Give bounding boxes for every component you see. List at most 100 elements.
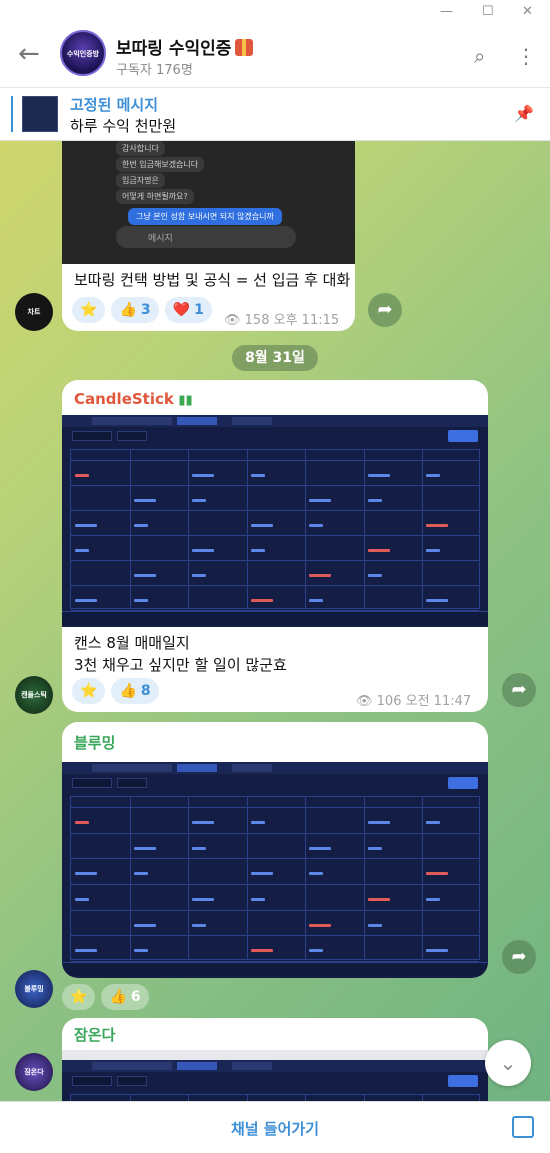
sender-avatar[interactable]: 차트	[15, 293, 53, 331]
gift-icon[interactable]	[512, 1116, 534, 1138]
calendar-cell-value	[133, 524, 148, 527]
message-caption: 캔스 8월 매매일지 3천 채우고 싶지만 할 일이 많군효	[74, 632, 287, 676]
calendar-cell-value	[367, 499, 382, 502]
calendar-cell-value	[250, 524, 273, 527]
forward-icon[interactable]: ➦	[368, 293, 402, 327]
calendar-cell-value	[75, 599, 97, 602]
sender-avatar[interactable]: 블루밍	[15, 970, 53, 1008]
close-icon[interactable]: ✕	[522, 4, 533, 19]
view-count: 158	[244, 313, 270, 328]
forward-icon[interactable]: ➦	[502, 673, 536, 707]
calendar-cell-value	[426, 898, 441, 901]
message-bubble[interactable]: 감사합니다 한번 입금해보겠습니다 입금자명은 어떻게 하면될까요? 그냥 본인…	[62, 141, 355, 331]
calendar-cell-value	[75, 949, 97, 953]
reaction-star[interactable]: ⭐	[72, 297, 106, 323]
grid-line	[71, 485, 479, 486]
calendar-cell-value	[309, 846, 332, 850]
forward-icon[interactable]: ➦	[502, 940, 536, 974]
calendar-footer	[62, 962, 488, 976]
photo-chat-line: 어떻게 하면될까요?	[116, 189, 194, 204]
channel-avatar-text: 수익인증방	[66, 50, 100, 58]
reaction-thumbs-up[interactable]: 👍 3	[111, 297, 159, 323]
date-divider: 8월 31일	[232, 345, 318, 371]
maximize-icon[interactable]: ☐	[482, 4, 494, 19]
avatar-text: 블루밍	[24, 985, 44, 993]
calendar-cell-value	[192, 923, 207, 927]
join-channel-button[interactable]: 채널 들어가기	[0, 1118, 550, 1139]
sender-name-text: 블루밍	[74, 734, 116, 752]
sender-avatar[interactable]: 캔들스틱	[15, 676, 53, 714]
channel-title[interactable]: 보따링 수익인증	[116, 34, 254, 59]
calendar-screenshot[interactable]	[62, 762, 488, 978]
minimize-icon[interactable]: —	[440, 4, 453, 19]
reaction-heart[interactable]: ❤️ 1	[164, 297, 212, 323]
calendar-cell-value	[426, 474, 441, 477]
photo-chat-line: 입금자명은	[116, 173, 165, 188]
calendar-cell-value	[250, 821, 265, 824]
scroll-down-button[interactable]: ⌄	[485, 1040, 531, 1086]
calendar-cell-value	[192, 549, 215, 552]
calendar-cell-value	[309, 872, 324, 876]
calendar-cell-value	[75, 474, 89, 477]
calendar-tab	[92, 417, 132, 425]
more-vertical-icon[interactable]: ⋮	[516, 44, 536, 68]
calendar-cell-value	[309, 599, 324, 602]
chat-header: ← 수익인증방 보따링 수익인증 구독자 176명 ⌕ ⋮	[0, 22, 550, 88]
calendar-tab	[232, 417, 272, 425]
back-arrow-icon[interactable]: ←	[18, 40, 40, 68]
grid-line	[71, 935, 479, 937]
sender-name-text: CandleStick	[74, 390, 174, 408]
calendar-month-select	[117, 1076, 147, 1086]
views-icon: 👁	[224, 313, 241, 328]
reaction-thumbs-up[interactable]: 👍 6	[101, 984, 149, 1010]
sender-name[interactable]: 블루밍	[74, 732, 115, 753]
calendar-cell-value	[309, 949, 324, 953]
message-bubble[interactable]: 잠온다	[62, 1018, 488, 1108]
calendar-cell-value	[367, 821, 390, 824]
calendar-cell-value	[75, 898, 89, 901]
search-icon[interactable]: ⌕	[474, 44, 485, 68]
pinned-message-bar[interactable]: 고정된 메시지 하루 수익 천만원 📌	[0, 88, 550, 141]
subscriber-count: 구독자 176명	[116, 63, 193, 78]
sender-name[interactable]: 잠온다	[74, 1024, 115, 1045]
pinned-thumbnail	[22, 96, 58, 132]
calendar-cell-value	[309, 574, 332, 577]
message-bubble[interactable]: CandleStick ▮▮ 캔스 8월 매매일지 3천 채우고 싶지만 할 일…	[62, 380, 488, 712]
photo-chat-line: 감사합니다	[116, 141, 165, 156]
calendar-cell-value	[75, 821, 89, 824]
photo-chat-reply: 그냥 본인 성함 보내시면 되지 않겠습니까	[128, 208, 282, 225]
thumbs-up-emoji-icon: 👍	[119, 683, 137, 699]
grid-line	[71, 884, 479, 885]
grid-line	[71, 832, 479, 834]
calendar-screenshot[interactable]	[62, 415, 488, 627]
pin-icon[interactable]: 📌	[514, 104, 534, 123]
sender-avatar[interactable]: 잠온다	[15, 1053, 53, 1091]
sender-name[interactable]: CandleStick ▮▮	[74, 390, 193, 408]
reaction-count: 8	[140, 683, 151, 699]
caption-line: 캔스 8월 매매일지	[74, 634, 190, 652]
grid-line	[71, 535, 479, 536]
message-bubble[interactable]: 블루밍	[62, 722, 488, 978]
reaction-star[interactable]: ⭐	[62, 984, 96, 1010]
calendar-cell-value	[133, 949, 148, 953]
calendar-cell-value	[192, 474, 215, 477]
channel-avatar[interactable]: 수익인증방	[60, 30, 106, 76]
reaction-star[interactable]: ⭐	[72, 678, 106, 704]
calendar-cell-value	[367, 923, 382, 927]
message-meta: 👁 106 오전 11:47	[356, 690, 471, 709]
message-meta: 👁 158 오후 11:15	[224, 309, 339, 328]
reaction-thumbs-up[interactable]: 👍 8	[111, 678, 159, 704]
calendar-grid	[70, 796, 480, 962]
calendar-cell-value	[426, 872, 449, 876]
calendar-cell-value	[133, 923, 156, 927]
calendar-cell-value	[367, 574, 382, 577]
view-count: 106	[376, 694, 402, 709]
calendar-cell-value	[250, 549, 265, 552]
calendar-cell-value	[192, 821, 215, 824]
calendar-cell-value	[250, 898, 265, 901]
message-photo[interactable]: 감사합니다 한번 입금해보겠습니다 입금자명은 어떻게 하면될까요? 그냥 본인…	[62, 141, 355, 264]
calendar-cell-value	[133, 499, 156, 502]
calendar-cell-value	[426, 821, 441, 824]
reaction-count: 1	[194, 302, 204, 318]
calendar-cell-value	[250, 599, 273, 602]
